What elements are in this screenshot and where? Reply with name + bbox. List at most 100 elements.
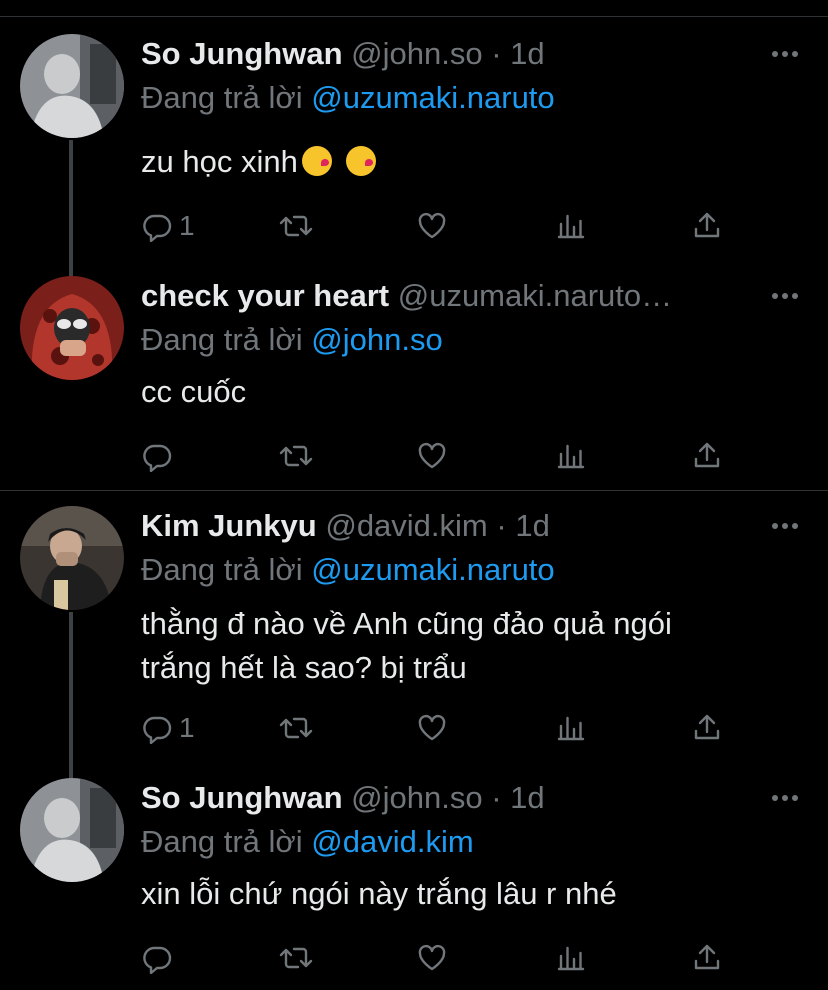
display-name[interactable]: Kim Junkyu: [141, 508, 317, 543]
share-icon: [694, 714, 720, 740]
replying-to-label: Đang trả lời: [141, 552, 303, 587]
avatar[interactable]: [20, 778, 124, 882]
reply-button[interactable]: 1: [141, 206, 195, 246]
retweet-icon: [279, 215, 313, 237]
kissing-face-emoji: [301, 146, 332, 176]
tweet-text-content: xin lỗi chứ ngói này trắng lâu r nhé: [141, 876, 617, 911]
more-icon[interactable]: [770, 506, 800, 546]
analytics-button[interactable]: [555, 436, 587, 476]
tweet[interactable]: So Junghwan @john.so · 1d Đang trả lời @…: [0, 776, 828, 990]
tweet-actions: [141, 938, 741, 978]
analytics-button[interactable]: [555, 708, 587, 748]
reply-icon: [143, 716, 172, 744]
display-name[interactable]: So Junghwan: [141, 780, 343, 815]
like-icon: [418, 212, 446, 239]
username[interactable]: @uzumaki.naruto…: [398, 278, 672, 313]
tweet-actions: 1: [141, 708, 741, 748]
retweet-button[interactable]: [278, 436, 314, 476]
username[interactable]: @david.kim: [325, 508, 487, 543]
share-button[interactable]: [691, 206, 723, 246]
display-name[interactable]: check your heart: [141, 278, 389, 313]
separator: ·: [496, 508, 507, 543]
share-icon: [694, 944, 720, 970]
separator: ·: [491, 36, 502, 71]
kissing-face-emoji: [345, 146, 376, 176]
retweet-button[interactable]: [278, 206, 314, 246]
top-divider: [0, 16, 828, 17]
tweet-actions: [141, 436, 741, 476]
more-icon[interactable]: [770, 34, 800, 74]
tweet[interactable]: check your heart @uzumaki.naruto… Đang t…: [0, 274, 828, 484]
separator: ·: [491, 780, 502, 815]
tweet-text-content: cc cuốc: [141, 374, 247, 409]
tweet-text-line: thằng đ nào về Anh cũng đảo quả ngói: [141, 606, 672, 641]
timestamp[interactable]: 1d: [515, 508, 549, 543]
tweet-text: thằng đ nào về Anh cũng đảo quả ngói trắ…: [141, 602, 672, 690]
reply-button[interactable]: 1: [141, 708, 195, 748]
tweet-text-line: trắng hết là sao? bị trẩu: [141, 650, 467, 685]
share-button[interactable]: [691, 938, 723, 978]
avatar[interactable]: [20, 276, 124, 380]
analytics-icon: [557, 444, 585, 469]
like-button[interactable]: [416, 436, 448, 476]
tweet-text: zu học xinh: [141, 140, 376, 184]
retweet-icon: [279, 445, 313, 467]
share-button[interactable]: [691, 708, 723, 748]
analytics-button[interactable]: [555, 938, 587, 978]
username[interactable]: @john.so: [351, 36, 482, 71]
replying-to-label: Đang trả lời: [141, 824, 303, 859]
more-icon[interactable]: [770, 778, 800, 818]
tweet-header: Kim Junkyu @david.kim · 1d: [141, 504, 758, 548]
mention-link[interactable]: @david.kim: [311, 824, 473, 859]
mention-link[interactable]: @uzumaki.naruto: [311, 80, 554, 115]
share-icon: [694, 212, 720, 238]
more-icon[interactable]: [770, 276, 800, 316]
retweet-button[interactable]: [278, 708, 314, 748]
avatar[interactable]: [20, 506, 124, 610]
like-icon: [418, 714, 446, 741]
replying-to-label: Đang trả lời: [141, 322, 303, 357]
reply-icon: [143, 214, 172, 242]
share-icon: [694, 442, 720, 468]
tweet-header: check your heart @uzumaki.naruto…: [141, 274, 758, 318]
tweet-text: cc cuốc: [141, 370, 246, 414]
username[interactable]: @john.so: [351, 780, 482, 815]
tweet-actions: 1: [141, 206, 741, 246]
reply-button[interactable]: [141, 436, 179, 476]
retweet-button[interactable]: [278, 938, 314, 978]
like-button[interactable]: [416, 938, 448, 978]
reply-icon: [143, 946, 172, 974]
display-name[interactable]: So Junghwan: [141, 36, 343, 71]
retweet-icon: [279, 947, 313, 969]
conversation-divider: [0, 490, 828, 491]
replying-to: Đang trả lời @john.so: [141, 318, 443, 362]
tweet-text: xin lỗi chứ ngói này trắng lâu r nhé: [141, 872, 617, 916]
replying-to: Đang trả lời @uzumaki.naruto: [141, 548, 555, 592]
tweet-header: So Junghwan @john.so · 1d: [141, 32, 758, 76]
like-icon: [418, 944, 446, 971]
like-button[interactable]: [416, 206, 448, 246]
tweet-text-content: zu học xinh: [141, 144, 298, 179]
reply-button[interactable]: [141, 938, 179, 978]
analytics-icon: [557, 716, 585, 741]
analytics-icon: [557, 946, 585, 971]
timestamp[interactable]: 1d: [510, 780, 544, 815]
replying-to: Đang trả lời @uzumaki.naruto: [141, 76, 555, 120]
reply-icon: [143, 444, 172, 472]
tweet[interactable]: Kim Junkyu @david.kim · 1d Đang trả lời …: [0, 504, 828, 754]
tweet[interactable]: So Junghwan @john.so · 1d Đang trả lời @…: [0, 32, 828, 252]
tweet-header: So Junghwan @john.so · 1d: [141, 776, 758, 820]
mention-link[interactable]: @uzumaki.naruto: [311, 552, 554, 587]
mention-link[interactable]: @john.so: [311, 322, 442, 357]
analytics-button[interactable]: [555, 206, 587, 246]
reply-count: 1: [179, 712, 195, 743]
avatar[interactable]: [20, 34, 124, 138]
timestamp[interactable]: 1d: [510, 36, 544, 71]
share-button[interactable]: [691, 436, 723, 476]
like-button[interactable]: [416, 708, 448, 748]
like-icon: [418, 442, 446, 469]
replying-to-label: Đang trả lời: [141, 80, 303, 115]
retweet-icon: [279, 717, 313, 739]
replying-to: Đang trả lời @david.kim: [141, 820, 474, 864]
analytics-icon: [557, 214, 585, 239]
